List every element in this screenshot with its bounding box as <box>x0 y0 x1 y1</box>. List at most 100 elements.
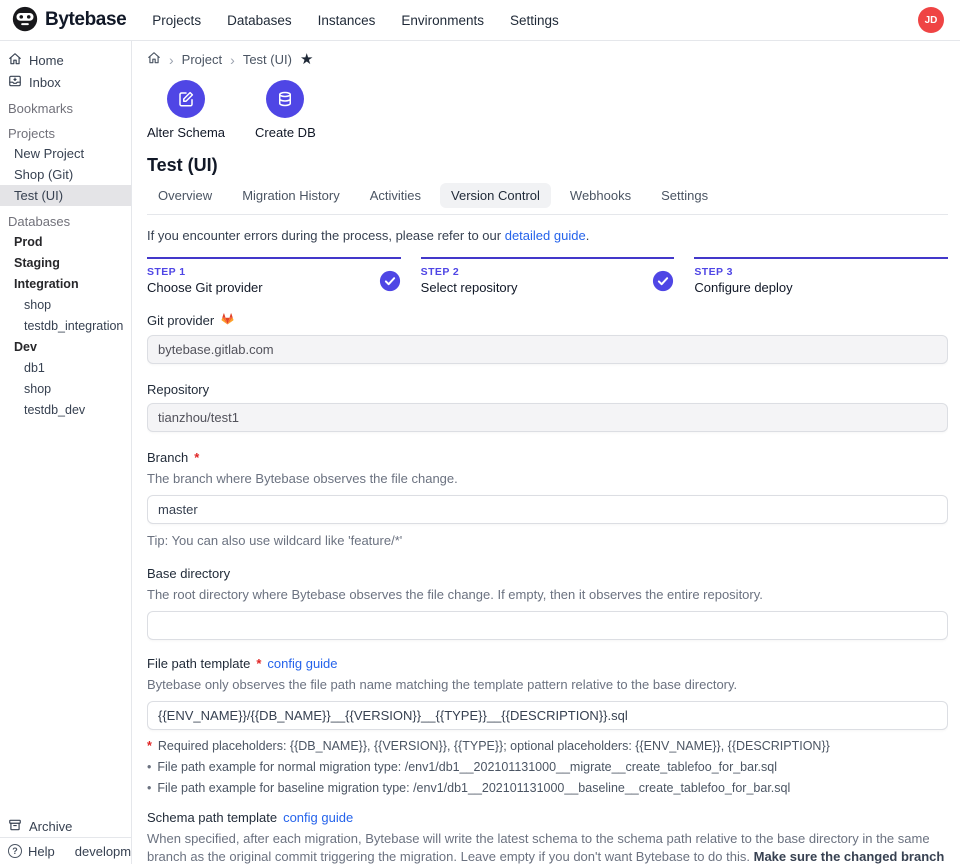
tab-migration-history[interactable]: Migration History <box>231 183 351 208</box>
file-path-template-input[interactable] <box>147 701 948 730</box>
branch-field: Branch * The branch where Bytebase observ… <box>147 450 948 548</box>
sidebar-item-home[interactable]: Home <box>0 49 131 71</box>
schema-path-template-field: Schema path template config guide When s… <box>147 810 948 864</box>
sidebar-section-projects: Projects <box>0 123 131 143</box>
sidebar-item-shop-git[interactable]: Shop (Git) <box>0 164 131 185</box>
tab-webhooks[interactable]: Webhooks <box>559 183 642 208</box>
sidebar-env-prod[interactable]: Prod <box>0 231 131 252</box>
step-2-check-icon <box>652 270 674 292</box>
tab-activities[interactable]: Activities <box>359 183 432 208</box>
note-text: File path example for baseline migration… <box>157 781 790 795</box>
nav-databases[interactable]: Databases <box>227 13 292 28</box>
page-title: Test (UI) <box>147 155 948 176</box>
sidebar-item-archive[interactable]: Archive <box>0 815 131 837</box>
required-asterisk: * <box>194 450 199 465</box>
create-db-button[interactable]: Create DB <box>255 80 316 140</box>
bytebase-logo-icon <box>12 6 38 35</box>
base-directory-helper: The root directory where Bytebase observ… <box>147 586 948 605</box>
sidebar-item-label: Inbox <box>29 75 61 90</box>
base-directory-input[interactable] <box>147 611 948 640</box>
file-path-template-field: File path template * config guide Bytebas… <box>147 656 948 795</box>
repository-input <box>147 403 948 432</box>
brand-name: Bytebase <box>45 9 126 31</box>
git-provider-input <box>147 335 948 364</box>
breadcrumb: › Project › Test (UI) ★ <box>147 51 948 68</box>
detailed-guide-link[interactable]: detailed guide <box>505 228 586 243</box>
file-path-template-helper: Bytebase only observes the file path nam… <box>147 676 948 695</box>
sidebar-section-bookmarks: Bookmarks <box>0 98 131 118</box>
version-control-panel: If you encounter errors during the proce… <box>147 215 948 864</box>
alter-schema-button[interactable]: Alter Schema <box>147 80 225 140</box>
database-icon <box>266 80 304 118</box>
sidebar-env-staging[interactable]: Staging <box>0 252 131 273</box>
bookmark-star-icon[interactable]: ★ <box>300 52 313 67</box>
sidebar-section-databases: Databases <box>0 211 131 231</box>
base-directory-label: Base directory <box>147 566 230 581</box>
tab-bar: Overview Migration History Activities Ve… <box>147 183 948 215</box>
required-asterisk: * <box>256 656 261 671</box>
step-label: STEP 1 <box>147 266 263 278</box>
help-label: Help <box>28 844 55 859</box>
sidebar-db-db1[interactable]: db1 <box>0 357 131 378</box>
tab-overview[interactable]: Overview <box>147 183 223 208</box>
intro-text: If you encounter errors during the proce… <box>147 228 948 243</box>
note-text: Required placeholders: {{DB_NAME}}, {{VE… <box>158 739 830 753</box>
tab-settings[interactable]: Settings <box>650 183 719 208</box>
sidebar-item-new-project[interactable]: New Project <box>0 143 131 164</box>
sidebar-env-dev[interactable]: Dev <box>0 336 131 357</box>
tab-version-control[interactable]: Version Control <box>440 183 551 208</box>
file-path-config-guide-link[interactable]: config guide <box>267 656 337 671</box>
branch-helper: The branch where Bytebase observes the f… <box>147 470 948 489</box>
nav-settings[interactable]: Settings <box>510 13 559 28</box>
schema-path-config-guide-link[interactable]: config guide <box>283 810 353 825</box>
bytebase-logo[interactable]: Bytebase <box>12 6 126 35</box>
nav-instances[interactable]: Instances <box>318 13 376 28</box>
schema-path-template-label: Schema path template <box>147 810 277 825</box>
step-1-check-icon <box>379 270 401 292</box>
step-progress: STEP 1 Choose Git provider STEP 2 Select… <box>147 257 948 295</box>
avatar[interactable]: JD <box>918 7 944 33</box>
breadcrumb-home-icon[interactable] <box>147 51 161 68</box>
quick-action-label: Alter Schema <box>147 125 225 140</box>
sidebar-env-integration[interactable]: Integration <box>0 273 131 294</box>
schema-path-template-helper: When specified, after each migration, By… <box>147 830 948 864</box>
repository-label: Repository <box>147 382 209 397</box>
git-provider-field: Git provider <box>147 311 948 364</box>
step-label: STEP 2 <box>421 266 518 278</box>
app: Bytebase Projects Databases Instances En… <box>0 0 960 864</box>
edit-square-icon <box>167 80 205 118</box>
breadcrumb-separator: › <box>230 52 235 68</box>
sidebar-item-test-ui[interactable]: Test (UI) <box>0 185 131 206</box>
quick-actions: Alter Schema Create DB <box>147 80 948 140</box>
branch-input[interactable] <box>147 495 948 524</box>
note-text: File path example for normal migration t… <box>157 760 777 774</box>
git-provider-label: Git provider <box>147 313 214 328</box>
gitlab-icon <box>220 311 235 329</box>
file-path-notes: *Required placeholders: {{DB_NAME}}, {{V… <box>147 739 948 795</box>
nav-environments[interactable]: Environments <box>401 13 484 28</box>
quick-action-label: Create DB <box>255 125 316 140</box>
home-icon <box>8 52 22 69</box>
inbox-icon <box>8 74 22 91</box>
help-button[interactable]: ? Help <box>8 840 55 862</box>
top-header: Bytebase Projects Databases Instances En… <box>0 0 960 41</box>
sidebar-db-testdb-dev[interactable]: testdb_dev <box>0 399 131 420</box>
breadcrumb-current[interactable]: Test (UI) <box>243 52 292 67</box>
step-name: Configure deploy <box>694 280 792 295</box>
nav-projects[interactable]: Projects <box>152 13 201 28</box>
sidebar-db-testdb-integration[interactable]: testdb_integration <box>0 315 131 336</box>
sidebar-footer: ? Help development <box>0 837 131 864</box>
sidebar-item-inbox[interactable]: Inbox <box>0 71 131 93</box>
sidebar-db-shop-dev[interactable]: shop <box>0 378 131 399</box>
help-icon: ? <box>8 844 22 858</box>
file-path-template-label: File path template <box>147 656 250 671</box>
step-name: Select repository <box>421 280 518 295</box>
branch-label: Branch <box>147 450 188 465</box>
step-3: STEP 3 Configure deploy <box>694 257 948 295</box>
breadcrumb-project[interactable]: Project <box>182 52 222 67</box>
sidebar-db-shop-integration[interactable]: shop <box>0 294 131 315</box>
top-nav: Projects Databases Instances Environment… <box>152 13 558 28</box>
sidebar-item-label: Home <box>29 53 64 68</box>
archive-icon <box>8 818 22 835</box>
step-1: STEP 1 Choose Git provider <box>147 257 401 295</box>
